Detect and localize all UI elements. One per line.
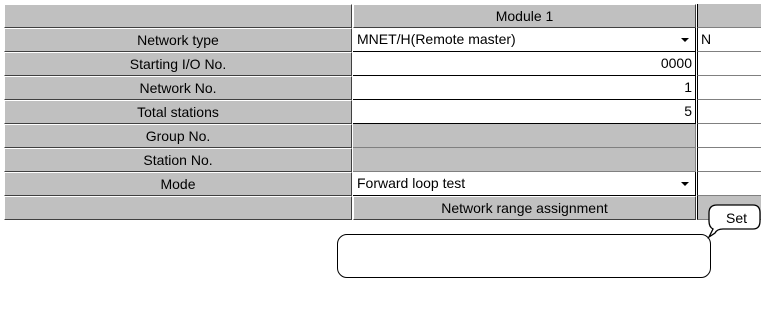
chevron-down-icon[interactable] (677, 175, 693, 193)
network-range-assignment-button[interactable]: Network range assignment (353, 196, 696, 220)
module-1-header[interactable]: Module 1 (353, 4, 696, 28)
network-type-value: MNET/H(Remote master) (357, 31, 516, 47)
group-no-input (353, 124, 696, 148)
mode-select[interactable]: Forward loop test (353, 172, 696, 196)
station-no-label: Station No. (4, 148, 352, 172)
module-2-group-no[interactable] (697, 124, 761, 148)
starting-io-label: Starting I/O No. (4, 52, 352, 76)
module-2-header[interactable] (697, 4, 761, 28)
total-stations-input[interactable]: 5 (353, 100, 696, 124)
mode-label: Mode (4, 172, 352, 196)
mode-value: Forward loop test (357, 175, 466, 191)
network-no-input[interactable]: 1 (353, 76, 696, 100)
module-2-starting-io[interactable] (697, 52, 761, 76)
range-assign-corner (4, 196, 352, 220)
module-2-total-stations[interactable] (697, 100, 761, 124)
group-no-label: Group No. (4, 124, 352, 148)
network-no-label: Network No. (4, 76, 352, 100)
network-parameter-grid: Module 1 Network type MNET/H(Remote mast… (0, 0, 761, 322)
starting-io-input[interactable]: 0000 (353, 52, 696, 76)
module-2-station-no[interactable] (697, 148, 761, 172)
chevron-down-icon[interactable] (677, 31, 693, 49)
module-2-network-no[interactable] (697, 76, 761, 100)
set-callout-text: Set (726, 210, 748, 226)
network-type-label: Network type (4, 28, 352, 52)
total-stations-label: Total stations (4, 100, 352, 124)
module-2-network-type[interactable]: N (697, 28, 761, 52)
module-2-mode[interactable] (697, 172, 761, 196)
station-no-input (353, 148, 696, 172)
network-type-select[interactable]: MNET/H(Remote master) (353, 28, 696, 52)
corner-cell (4, 4, 352, 28)
